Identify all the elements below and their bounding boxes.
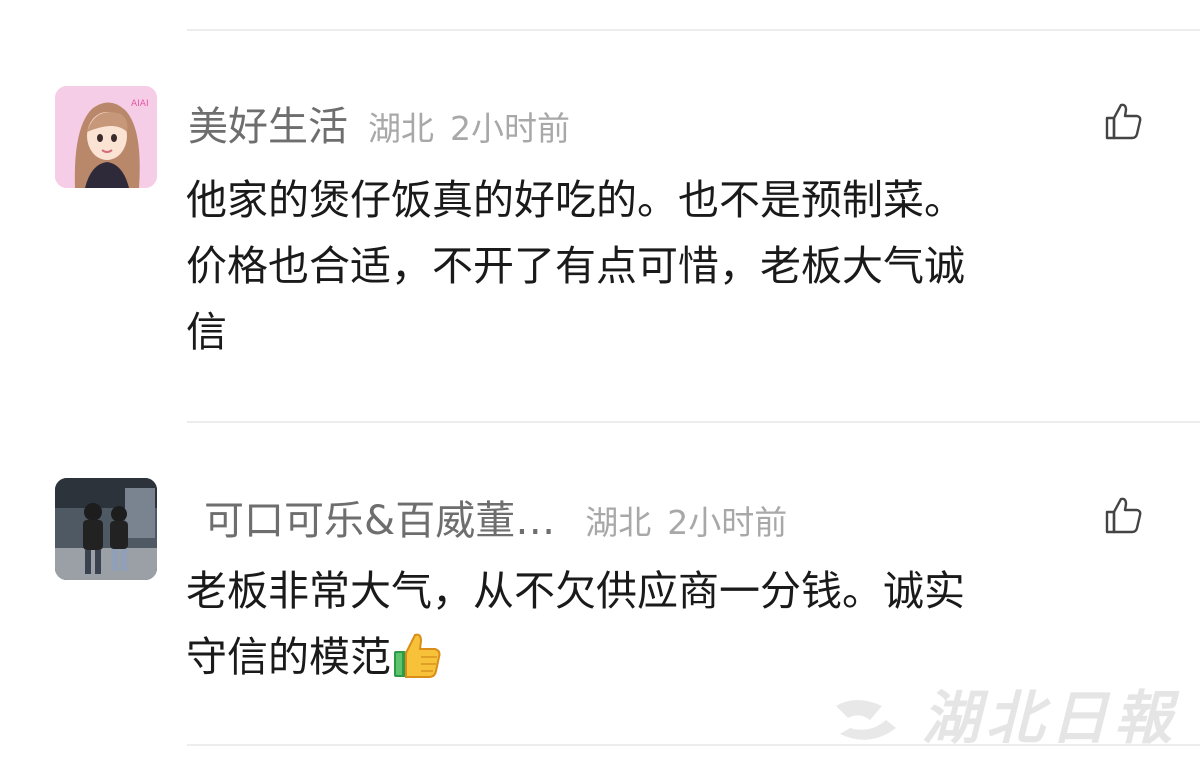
comment-meta: 美好生活 湖北 2小时前 — [188, 94, 570, 152]
comment-divider — [187, 421, 1200, 423]
two-children-photo-avatar-image — [55, 478, 157, 580]
location-label: 湖北 — [368, 109, 434, 148]
user-avatar[interactable]: AIAI — [55, 86, 157, 188]
hubei-daily-watermark-logo: 湖北日報 — [830, 676, 1190, 758]
user-avatar[interactable] — [55, 478, 157, 580]
top-divider — [187, 29, 1200, 31]
username[interactable]: 可口可乐&百威董… — [204, 488, 555, 546]
timestamp: 2小时前 — [450, 109, 570, 148]
comment-text-line: 守信的模范 — [186, 633, 391, 681]
svg-text:湖北日報: 湖北日報 — [922, 684, 1180, 752]
comment-meta: 可口可乐&百威董… 湖北 2小时前 — [204, 488, 787, 546]
comment-text: 老板非常大气，从不欠供应商一分钱。诚实 守信的模范 — [186, 558, 1146, 690]
username[interactable]: 美好生活 — [188, 94, 348, 152]
comment-text-line: 他家的煲仔饭真的好吃的。也不是预制菜。 — [186, 176, 965, 224]
timestamp: 2小时前 — [667, 503, 788, 542]
svg-text:AIAI: AIAI — [131, 99, 149, 109]
location-label: 湖北 — [585, 503, 652, 542]
thumbs-up-outline-icon[interactable] — [1102, 100, 1144, 142]
comment-text-line: 老板非常大气，从不欠供应商一分钱。诚实 — [186, 567, 965, 615]
comment-text-line: 价格也合适，不开了有点可惜，老板大气诚 — [186, 242, 965, 290]
cartoon-girl-avatar-image: AIAI — [55, 86, 157, 188]
thumbs-up-emoji-icon — [391, 629, 443, 679]
comment-text-line: 信 — [186, 308, 227, 356]
comment-text: 他家的煲仔饭真的好吃的。也不是预制菜。 价格也合适，不开了有点可惜，老板大气诚 … — [186, 167, 1146, 365]
thumbs-up-outline-icon[interactable] — [1102, 494, 1144, 536]
